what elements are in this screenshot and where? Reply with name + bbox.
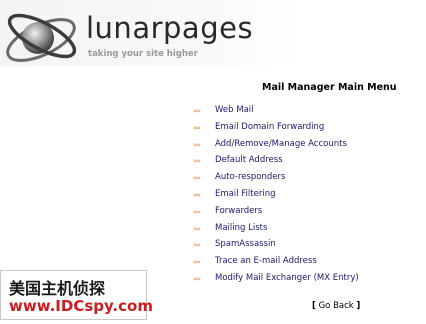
double-chevron-icon: »» (193, 224, 201, 233)
double-chevron-icon: »» (193, 174, 201, 183)
default-address-link[interactable]: Default Address (215, 155, 283, 165)
watermark: 美国主机侦探 www.IDCspy.com (0, 270, 153, 320)
double-chevron-icon: »» (193, 140, 201, 149)
open-bracket: [ (312, 301, 316, 311)
double-chevron-icon: »» (193, 207, 201, 216)
forwarders-link[interactable]: Forwarders (215, 206, 262, 216)
email-filtering-link[interactable]: Email Filtering (215, 189, 275, 199)
double-chevron-icon: »» (193, 241, 201, 250)
go-back-link[interactable]: Go Back (319, 301, 354, 311)
mailing-lists-link[interactable]: Mailing Lists (215, 223, 267, 233)
web-mail-link[interactable]: Web Mail (215, 105, 254, 115)
trace-email-link[interactable]: Trace an E-mail Address (215, 256, 317, 266)
auto-responders-link[interactable]: Auto-responders (215, 172, 285, 182)
close-bracket: ] (356, 301, 361, 311)
double-chevron-icon: »» (193, 123, 201, 132)
double-chevron-icon: »» (193, 157, 201, 166)
email-domain-forwarding-link[interactable]: Email Domain Forwarding (215, 122, 324, 132)
watermark-url: www.IDCspy.com (9, 297, 153, 315)
modify-mx-entry-link[interactable]: Modify Mail Exchanger (MX Entry) (215, 273, 359, 283)
double-chevron-icon: »» (193, 274, 201, 283)
lunarpages-logo-icon (6, 13, 77, 62)
page-title: Mail Manager Main Menu (262, 82, 397, 93)
brand-tagline: taking your site higher (88, 49, 198, 59)
double-chevron-icon: »» (193, 107, 201, 115)
double-chevron-icon: »» (193, 258, 201, 267)
go-back-control: [ Go Back ] (312, 301, 360, 311)
brand-name: lunarpages (86, 11, 254, 45)
watermark-title: 美国主机侦探 (9, 279, 106, 298)
spamassassin-link[interactable]: SpamAssassin (215, 239, 276, 249)
manage-accounts-link[interactable]: Add/Remove/Manage Accounts (215, 139, 347, 149)
double-chevron-icon: »» (193, 190, 201, 199)
